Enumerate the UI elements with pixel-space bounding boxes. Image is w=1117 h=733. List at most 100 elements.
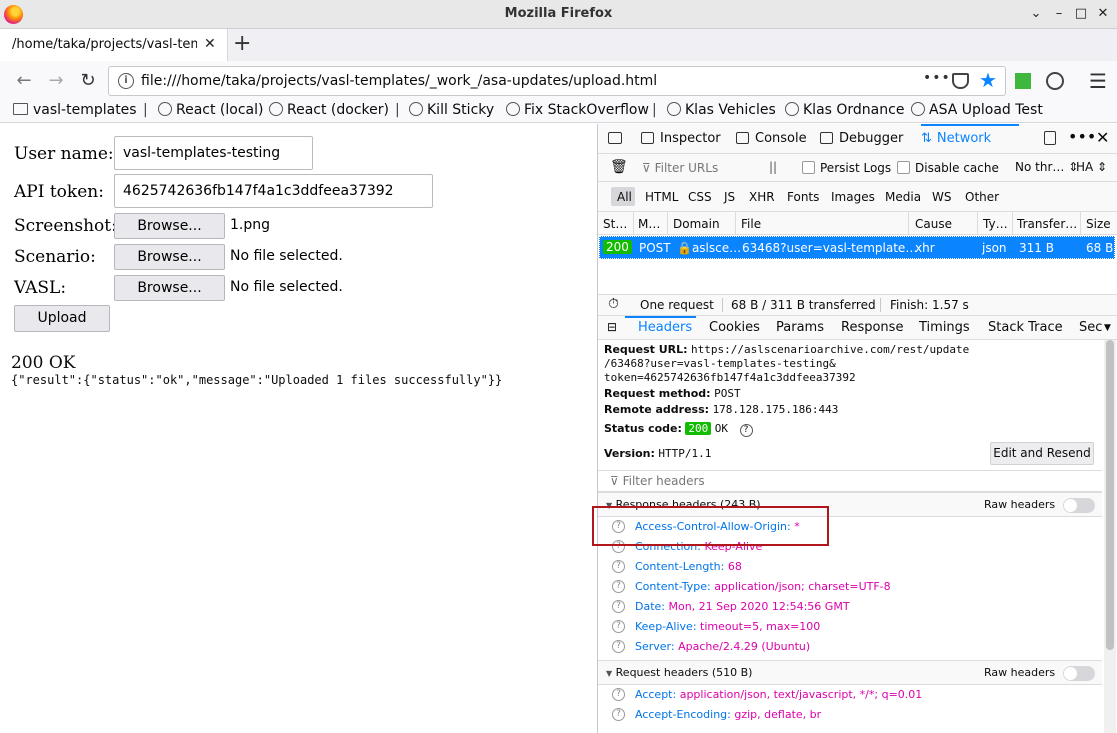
har-menu[interactable]: HA ⇕ [1076,160,1107,174]
question-icon[interactable]: ? [612,640,625,653]
reload-icon[interactable]: ↻ [77,70,99,92]
scrollbar-thumb[interactable] [1106,340,1114,650]
disable-cache-checkbox[interactable]: Disable cache [897,161,999,175]
tab-debugger[interactable]: Debugger [820,131,903,146]
back-icon[interactable]: ← [13,70,35,92]
tab-response[interactable]: Response [841,320,903,335]
type-html[interactable]: HTML [645,190,678,204]
col-domain[interactable]: Domain [673,217,720,231]
screenshot-browse-button[interactable]: Browse... [114,213,225,239]
tab-security[interactable]: Sec [1079,320,1102,335]
tab-params[interactable]: Params [776,320,824,335]
type-ws[interactable]: WS [932,190,951,204]
bookmark-star-icon[interactable]: ★ [979,68,997,92]
headers-scrollbar[interactable] [1104,340,1116,733]
request-table-header: St… M… Domain File Cause Ty… Transfer… S… [598,212,1117,235]
pause-icon[interactable]: || [769,160,777,174]
bookmark-react-local[interactable]: React (local) [158,102,263,118]
header-row: ? Server: Apache/2.4.29 (Ubuntu) [598,637,1102,657]
globe-icon [409,102,423,116]
type-xhr[interactable]: XHR [749,190,775,204]
tab-headers[interactable]: Headers [638,320,692,335]
col-method[interactable]: M… [638,217,660,231]
bookmark-vasl-templates[interactable]: vasl-templates [13,102,137,118]
edit-and-resend-button[interactable]: Edit and Resend [990,442,1094,465]
vasl-browse-button[interactable]: Browse... [114,275,225,301]
url-bar[interactable]: i file:///home/taka/projects/vasl-templa… [108,66,1006,96]
chevron-down-icon[interactable]: ⌄ [1026,4,1046,24]
col-status[interactable]: St… [603,217,627,231]
bookmark-fix-stackoverflow[interactable]: Fix StackOverflow [506,102,649,118]
raw-headers-toggle[interactable] [1063,498,1095,513]
trash-icon[interactable]: 🗑 [610,159,628,175]
question-icon[interactable]: ? [612,580,625,593]
info-icon[interactable]: i [118,73,134,89]
upload-button[interactable]: Upload [14,305,110,332]
col-cause[interactable]: Cause [915,217,952,231]
close-window-icon[interactable]: ✕ [1093,4,1113,24]
close-tab-icon[interactable]: ✕ [204,36,216,52]
maximize-icon[interactable]: □ [1071,4,1091,24]
element-picker-icon[interactable] [608,131,628,146]
bookmark-klas-ordnance[interactable]: Klas Ordnance [785,102,904,118]
col-type[interactable]: Ty… [983,217,1008,231]
dock-icon[interactable] [1044,131,1062,147]
url-text[interactable]: file:///home/taka/projects/vasl-template… [141,73,657,89]
filter-urls-input[interactable]: ⊽ Filter URLs [642,161,718,175]
tab-timings[interactable]: Timings [919,320,970,335]
type-fonts[interactable]: Fonts [787,190,819,204]
bookmark-klas-vehicles[interactable]: Klas Vehicles [667,102,776,118]
nav-bar: ← → ↻ i file:///home/taka/projects/vasl-… [0,61,1117,101]
bookmark-asa-upload-test[interactable]: ASA Upload Test [911,102,1043,118]
request-row[interactable]: 200 POST 🔒aslsce… 63468?user=vasl-templa… [599,236,1115,259]
tab-stack-trace[interactable]: Stack Trace [988,320,1063,335]
type-other[interactable]: Other [965,190,999,204]
help-icon[interactable]: ? [739,424,753,437]
col-transferred[interactable]: Transfer… [1017,217,1077,231]
scenario-browse-button[interactable]: Browse... [114,244,225,270]
type-all[interactable]: All [617,190,632,204]
type-images[interactable]: Images [831,190,875,204]
username-input[interactable]: vasl-templates-testing [114,136,313,170]
forward-icon[interactable]: → [45,70,67,92]
console-icon [736,132,749,144]
col-file[interactable]: File [741,217,761,231]
account-icon[interactable] [1046,72,1064,90]
toggle-sidebar-icon[interactable]: ⊟ [607,320,617,334]
persist-logs-checkbox[interactable]: Persist Logs [802,161,891,175]
throttle-select[interactable]: No thr… ⇕ [1015,160,1078,174]
tab-console[interactable]: Console [736,131,807,146]
more-options-icon[interactable]: ••• [1068,127,1096,146]
vasl-label: VASL: [14,278,67,298]
bookmark-react-docker[interactable]: React (docker) [269,102,389,118]
question-icon[interactable]: ? [612,620,625,633]
pocket-icon[interactable] [952,73,969,89]
page-actions-icon[interactable]: ••• [923,70,951,86]
type-js[interactable]: JS [724,190,735,204]
question-icon[interactable]: ? [612,600,625,613]
tab-network[interactable]: ⇅ Network [921,131,991,146]
extension-icon[interactable] [1015,73,1031,89]
filter-headers-input[interactable]: ⊽ Filter headers [598,470,1102,492]
question-icon[interactable]: ? [612,688,625,701]
type-media[interactable]: Media [885,190,921,204]
question-icon[interactable]: ? [612,560,625,573]
tab-cookies[interactable]: Cookies [709,320,760,335]
hamburger-menu-icon[interactable]: ☰ [1089,69,1107,93]
minimize-icon[interactable]: – [1049,4,1069,24]
close-devtools-icon[interactable]: ✕ [1096,128,1109,147]
tab-upload[interactable]: /home/taka/projects/vasl-templates/_work… [0,29,228,61]
tab-inspector[interactable]: Inspector [641,131,721,146]
question-icon[interactable]: ? [612,708,625,721]
type-css[interactable]: CSS [688,190,712,204]
raw-headers-label: Raw headers [984,666,1056,679]
request-headers-section[interactable]: ▼ Request headers (510 B) Raw headers [598,660,1102,685]
token-input[interactable]: 4625742636fb147f4a1c3ddfeea37392 [114,174,433,208]
raw-headers-toggle[interactable] [1063,666,1095,681]
summary-count: One request [640,298,714,312]
new-tab-icon[interactable]: + [233,32,251,56]
request-type: json [982,241,1007,255]
tabs-overflow-icon[interactable]: ▼ [1104,323,1111,333]
col-size[interactable]: Size [1086,217,1111,231]
bookmark-kill-sticky[interactable]: Kill Sticky [409,102,494,118]
